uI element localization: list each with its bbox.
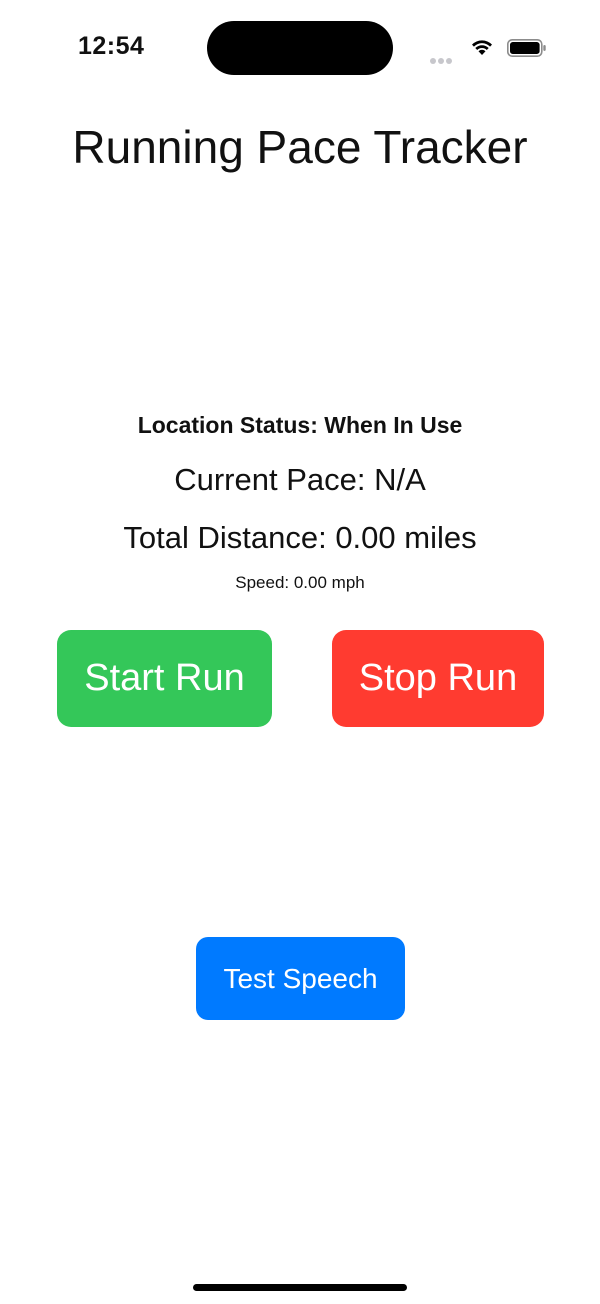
speed-label: Speed: 0.00 mph — [235, 573, 365, 592]
total-distance-label: Total Distance: 0.00 miles — [123, 520, 477, 555]
home-indicator[interactable] — [193, 1284, 407, 1291]
wifi-icon — [472, 40, 492, 55]
cellular-signal-icon — [430, 51, 460, 64]
location-status-label: Location Status: When In Use — [137, 412, 463, 438]
current-pace-label: Current Pace: N/A — [174, 462, 426, 497]
stop-run-button[interactable]: Stop Run — [332, 630, 544, 727]
test-speech-button[interactable]: Test Speech — [196, 937, 405, 1020]
page-title: Running Pace Tracker — [72, 121, 528, 173]
dynamic-island — [207, 21, 393, 75]
start-run-button[interactable]: Start Run — [57, 630, 272, 727]
status-bar-time: 12:54 — [78, 32, 145, 60]
battery-icon — [507, 39, 546, 57]
